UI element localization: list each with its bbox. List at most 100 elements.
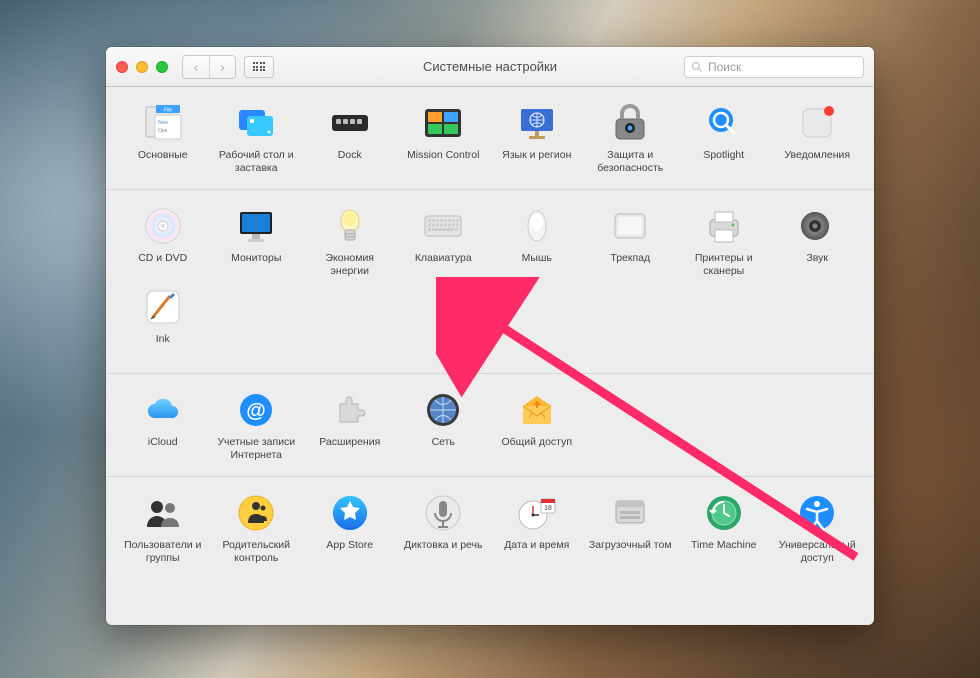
svg-text:18: 18 (544, 505, 552, 512)
pref-item-label: Ink (156, 333, 170, 359)
pref-item-label: Язык и регион (502, 149, 571, 175)
appstore-icon (330, 493, 370, 533)
language-icon (517, 103, 557, 143)
icloud-icon (143, 390, 183, 430)
pref-item-label: Мышь (522, 252, 552, 278)
close-button[interactable] (116, 61, 128, 73)
pref-item-label: Основные (138, 149, 188, 175)
pref-item-spotlight[interactable]: Spotlight (677, 101, 771, 177)
system-preferences-window: ‹ › Системные настройки Поиск File New Ope… (106, 47, 874, 625)
desktop-icon (236, 103, 276, 143)
pref-item-label: Сеть (432, 436, 455, 462)
window-titlebar: ‹ › Системные настройки Поиск (106, 47, 874, 87)
network-icon (423, 390, 463, 430)
security-icon (610, 103, 650, 143)
section-personal: File New Ope Основные Рабочий стол и заставк… (106, 87, 874, 190)
mission-icon (423, 103, 463, 143)
pref-item-label: Диктовка и речь (404, 539, 482, 565)
preferences-body: File New Ope Основные Рабочий стол и заставк… (106, 87, 874, 625)
pref-item-sharing[interactable]: Общий доступ (490, 388, 584, 464)
pref-item-label: Клавиатура (415, 252, 472, 278)
pref-item-displays[interactable]: Мониторы (210, 204, 304, 280)
pref-item-notifications[interactable]: Уведомления (771, 101, 865, 177)
svg-text:Ope: Ope (158, 128, 168, 134)
energy-icon (330, 206, 370, 246)
svg-text:File: File (164, 108, 172, 114)
pref-item-dictation[interactable]: Диктовка и речь (397, 491, 491, 567)
svg-text:@: @ (246, 400, 266, 422)
pref-item-label: CD и DVD (138, 252, 187, 278)
nav-buttons: ‹ › (182, 55, 236, 79)
pref-item-mission[interactable]: Mission Control (397, 101, 491, 177)
dock-icon (330, 103, 370, 143)
minimize-button[interactable] (136, 61, 148, 73)
pref-item-network[interactable]: Сеть (397, 388, 491, 464)
back-button[interactable]: ‹ (183, 56, 209, 78)
pref-item-label: Дата и время (504, 539, 569, 565)
pref-item-general[interactable]: File New Ope Основные (116, 101, 210, 177)
pref-item-label: Уведомления (784, 149, 850, 175)
section-hardware: CD и DVD МониторыЭкономия энергии Клавиату… (106, 190, 874, 373)
pref-item-accounts[interactable]: @ Учетные записи Интернета (210, 388, 304, 464)
forward-button[interactable]: › (209, 56, 235, 78)
datetime-icon: 18 (517, 493, 557, 533)
pref-item-label: Загрузочный том (589, 539, 672, 565)
pref-item-ink[interactable]: Ink (116, 285, 210, 361)
search-input[interactable]: Поиск (684, 56, 864, 78)
cddvd-icon (143, 206, 183, 246)
pref-item-datetime[interactable]: 18 Дата и время (490, 491, 584, 567)
pref-item-label: Универсальный доступ (774, 539, 860, 565)
pref-item-users[interactable]: Пользователи и группы (116, 491, 210, 567)
pref-item-parental[interactable]: Родительский контроль (210, 491, 304, 567)
pref-item-dock[interactable]: Dock (303, 101, 397, 177)
show-all-button[interactable] (244, 56, 274, 78)
pref-item-label: Учетные записи Интернета (213, 436, 299, 462)
keyboard-icon (423, 206, 463, 246)
pref-item-appstore[interactable]: App Store (303, 491, 397, 567)
accounts-icon: @ (236, 390, 276, 430)
pref-item-accessibility[interactable]: Универсальный доступ (771, 491, 865, 567)
mouse-icon (517, 206, 557, 246)
pref-item-label: Общий доступ (501, 436, 572, 462)
pref-item-label: Spotlight (703, 149, 744, 175)
notifications-icon (797, 103, 837, 143)
pref-item-mouse[interactable]: Мышь (490, 204, 584, 280)
pref-item-label: Родительский контроль (213, 539, 299, 565)
pref-item-label: Пользователи и группы (120, 539, 206, 565)
startup-icon (610, 493, 650, 533)
pref-item-desktop[interactable]: Рабочий стол и заставка (210, 101, 304, 177)
spotlight-icon (704, 103, 744, 143)
pref-item-timemachine[interactable]: Time Machine (677, 491, 771, 567)
sharing-icon (517, 390, 557, 430)
search-placeholder: Поиск (708, 60, 741, 74)
zoom-button[interactable] (156, 61, 168, 73)
search-icon (691, 61, 703, 73)
pref-item-language[interactable]: Язык и регион (490, 101, 584, 177)
pref-item-label: Рабочий стол и заставка (213, 149, 299, 175)
pref-item-extensions[interactable]: Расширения (303, 388, 397, 464)
pref-item-label: App Store (326, 539, 373, 565)
displays-icon (236, 206, 276, 246)
pref-item-trackpad[interactable]: Трекпад (584, 204, 678, 280)
pref-item-label: Time Machine (691, 539, 757, 565)
pref-item-icloud[interactable]: iCloud (116, 388, 210, 464)
general-icon: File New Ope (143, 103, 183, 143)
pref-item-label: Экономия энергии (307, 252, 393, 278)
pref-item-label: Dock (338, 149, 362, 175)
pref-item-label: Трекпад (610, 252, 650, 278)
section-system: Пользователи и группы Родительский контро… (106, 477, 874, 579)
pref-item-cddvd[interactable]: CD и DVD (116, 204, 210, 280)
trackpad-icon (610, 206, 650, 246)
pref-item-label: Звук (806, 252, 828, 278)
pref-item-keyboard[interactable]: Клавиатура (397, 204, 491, 280)
pref-item-startup[interactable]: Загрузочный том (584, 491, 678, 567)
sound-icon (797, 206, 837, 246)
pref-item-printers[interactable]: Принтеры и сканеры (677, 204, 771, 280)
svg-text:New: New (158, 120, 168, 126)
pref-item-label: Расширения (319, 436, 380, 462)
users-icon (143, 493, 183, 533)
pref-item-energy[interactable]: Экономия энергии (303, 204, 397, 280)
section-internet: iCloud @ Учетные записи Интернета Расширени… (106, 374, 874, 477)
pref-item-sound[interactable]: Звук (771, 204, 865, 280)
pref-item-security[interactable]: Защита и безопасность (584, 101, 678, 177)
